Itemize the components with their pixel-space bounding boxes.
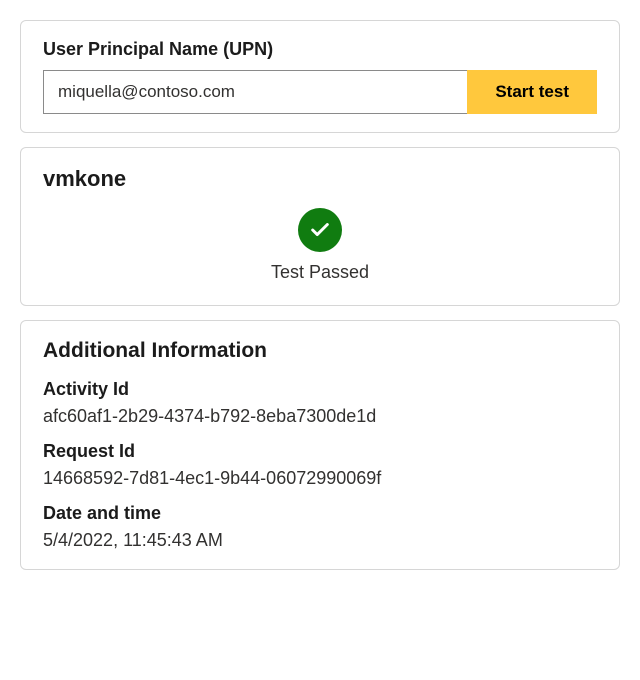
check-icon — [298, 208, 342, 252]
vm-name: vmkone — [43, 166, 597, 192]
upn-label: User Principal Name (UPN) — [43, 39, 597, 60]
request-id-label: Request Id — [43, 441, 597, 462]
upn-card: User Principal Name (UPN) Start test — [20, 20, 620, 133]
additional-info-title: Additional Information — [43, 339, 597, 363]
upn-input[interactable] — [43, 70, 467, 114]
start-test-button[interactable]: Start test — [467, 70, 597, 114]
date-time-label: Date and time — [43, 503, 597, 524]
result-card: vmkone Test Passed — [20, 147, 620, 306]
activity-id-value: afc60af1-2b29-4374-b792-8eba7300de1d — [43, 406, 597, 427]
status-text: Test Passed — [271, 262, 369, 283]
additional-info-card: Additional Information Activity Id afc60… — [20, 320, 620, 570]
upn-input-row: Start test — [43, 70, 597, 114]
status-wrap: Test Passed — [43, 208, 597, 283]
date-time-value: 5/4/2022, 11:45:43 AM — [43, 530, 597, 551]
request-id-value: 14668592-7d81-4ec1-9b44-06072990069f — [43, 468, 597, 489]
activity-id-label: Activity Id — [43, 379, 597, 400]
